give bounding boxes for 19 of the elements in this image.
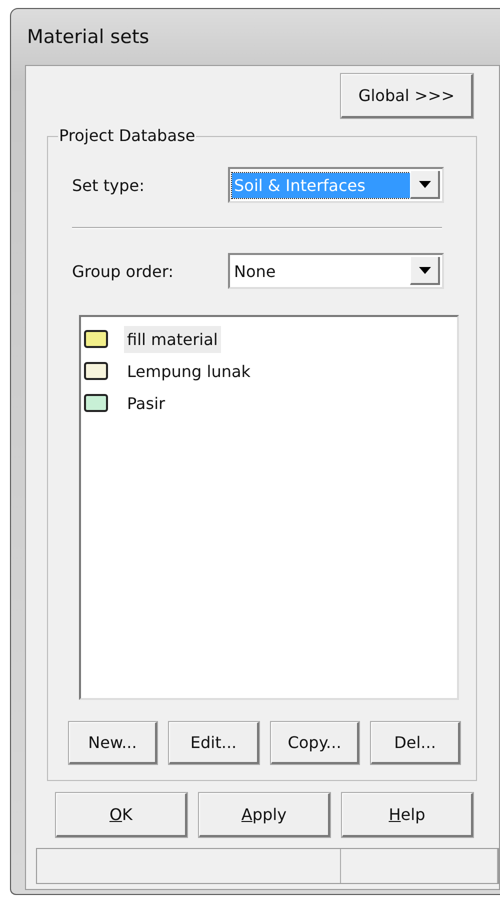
material-list[interactable]: fill material Lempung lunak Pasir [79, 315, 459, 700]
dialog-button[interactable]: Help [342, 793, 473, 837]
window-title: Material sets [27, 26, 150, 48]
set-type-label: Set type: [72, 176, 146, 194]
global-button[interactable]: Global >>> [341, 74, 473, 118]
list-item[interactable]: fill material [124, 326, 221, 352]
action-button[interactable]: Copy... [271, 722, 359, 764]
action-button[interactable]: New... [69, 722, 157, 764]
action-button[interactable]: Del... [371, 722, 460, 764]
dropdown-arrow-icon [418, 180, 430, 188]
dialog-button[interactable]: Apply [199, 793, 330, 837]
action-button[interactable]: Edit... [169, 722, 259, 764]
dropdown-arrow-icon [418, 266, 430, 274]
group-order-dropdown[interactable]: None [228, 253, 444, 289]
group-title: Project Database [58, 126, 196, 145]
group-order-label: Group order: [72, 262, 175, 280]
list-item[interactable]: Lempung lunak [124, 358, 254, 384]
list-item[interactable]: Pasir [124, 390, 168, 416]
dialog-button[interactable]: OK [56, 793, 187, 837]
